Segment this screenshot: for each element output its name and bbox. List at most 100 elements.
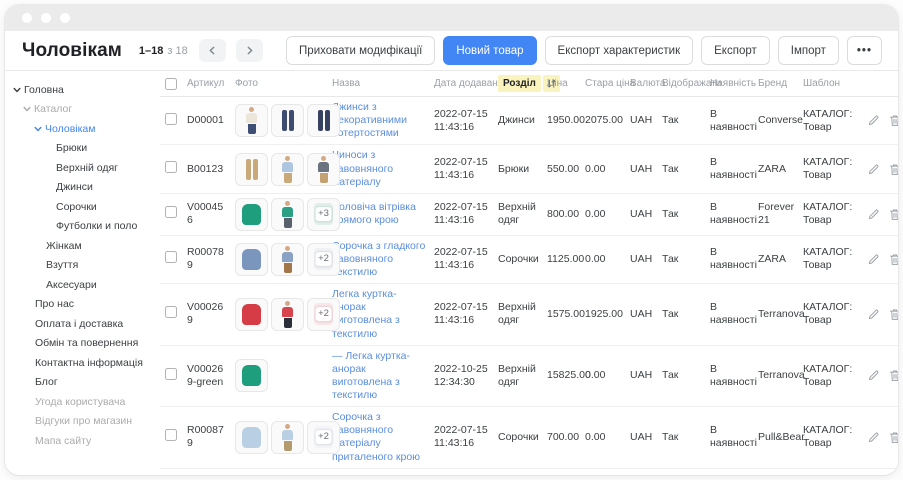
more-actions-button[interactable]: ••• xyxy=(847,36,882,65)
product-name-link[interactable]: Джинси з декоративними потертостями xyxy=(332,101,407,139)
sidebar-item-zhinkam[interactable]: Жінкам xyxy=(5,236,160,256)
product-photo[interactable]: +2 xyxy=(307,243,340,276)
table-row: V000269+2Легка куртка-анорак виготовлена… xyxy=(160,284,898,346)
product-name-link[interactable]: Чиноси з бавовняного матеріалу xyxy=(332,149,393,187)
pagination-range: 1–18 xyxy=(139,45,163,57)
row-checkbox[interactable] xyxy=(165,161,177,173)
new-product-button[interactable]: Новий товар xyxy=(443,36,536,65)
delete-icon[interactable] xyxy=(889,114,898,127)
section-cell: Сорочки xyxy=(498,253,547,266)
row-checkbox[interactable] xyxy=(165,306,177,318)
chevron-down-icon[interactable] xyxy=(23,105,34,113)
product-name-link[interactable]: — Легка куртка-анорак виготовлена з текс… xyxy=(332,350,410,401)
photo-cell: +2 xyxy=(235,421,332,454)
row-checkbox[interactable] xyxy=(165,429,177,441)
product-photo[interactable] xyxy=(271,153,304,186)
edit-icon[interactable] xyxy=(867,114,880,127)
template-cell: КАТАЛОГ:Товар xyxy=(803,156,867,182)
edit-icon[interactable] xyxy=(867,163,880,176)
sidebar-item-obmin-ta-povernennia[interactable]: Обмін та повернення xyxy=(5,334,160,354)
delete-icon[interactable] xyxy=(889,369,898,382)
product-photo[interactable] xyxy=(307,104,340,137)
sidebar-item-kontaktna-informatsiia[interactable]: Контактна інформація xyxy=(5,353,160,373)
product-photo[interactable] xyxy=(271,104,304,137)
product-photo[interactable]: +2 xyxy=(307,298,340,331)
pagination-prev-button[interactable] xyxy=(199,39,226,62)
sidebar-item-oplata-i-dostavka[interactable]: Оплата і доставка xyxy=(5,314,160,334)
product-photo[interactable] xyxy=(235,243,268,276)
product-photo[interactable] xyxy=(235,359,268,392)
delete-icon[interactable] xyxy=(889,431,898,444)
edit-icon[interactable] xyxy=(867,308,880,321)
sidebar-item-mapa-saitu[interactable]: Мапа сайту xyxy=(5,431,160,451)
pagination-next-button[interactable] xyxy=(236,39,263,62)
sidebar-item-bloh[interactable]: Блог xyxy=(5,373,160,393)
column-header-currency: Валюта xyxy=(630,78,662,89)
sidebar-item-holovna[interactable]: Головна xyxy=(5,80,160,100)
display-cell: Так xyxy=(662,308,710,321)
chevron-down-icon[interactable] xyxy=(34,125,45,133)
sidebar-item-vzuttia[interactable]: Взуття xyxy=(5,256,160,276)
window-zoom-dot[interactable] xyxy=(60,13,70,23)
product-photo[interactable] xyxy=(235,421,268,454)
product-photo[interactable] xyxy=(307,153,340,186)
row-select-cell xyxy=(165,251,187,267)
product-name-link[interactable]: Штани з бавовняного матеріалу прямого кр… xyxy=(332,473,423,475)
product-photo[interactable] xyxy=(271,298,304,331)
export-button[interactable]: Експорт xyxy=(701,36,770,65)
availability-cell: В наявності xyxy=(710,156,758,182)
product-photo[interactable] xyxy=(235,153,268,186)
chevron-down-icon[interactable] xyxy=(13,86,24,94)
row-checkbox[interactable] xyxy=(165,113,177,125)
product-name-link[interactable]: Сорочка з гладкого бавовняного текстилю xyxy=(332,240,425,278)
sidebar-item-futbolky-i-polo[interactable]: Футболки и поло xyxy=(5,217,160,237)
sidebar-item-cholovikam[interactable]: Чоловікам xyxy=(5,119,160,139)
product-photo[interactable] xyxy=(271,421,304,454)
product-name-link[interactable]: Чоловіча вітрівка прямого крою xyxy=(332,201,416,226)
sku-cell: V000269-green xyxy=(187,363,235,389)
product-photo[interactable]: +3 xyxy=(307,198,340,231)
window-minimize-dot[interactable] xyxy=(41,13,51,23)
brand-cell: Pull&Bear xyxy=(758,431,803,444)
sidebar-item-vidhuky-pro-mahazyn[interactable]: Відгуки про магазин xyxy=(5,412,160,432)
edit-icon[interactable] xyxy=(867,208,880,221)
product-photo[interactable]: +2 xyxy=(307,421,340,454)
edit-icon[interactable] xyxy=(867,431,880,444)
window-close-dot[interactable] xyxy=(22,13,32,23)
product-photo[interactable] xyxy=(271,198,304,231)
product-photo[interactable] xyxy=(235,298,268,331)
sidebar-item-uhoda-korystuvacha[interactable]: Угода користувача xyxy=(5,392,160,412)
row-checkbox[interactable] xyxy=(165,368,177,380)
sidebar-item-pro-nas[interactable]: Про нас xyxy=(5,295,160,315)
row-checkbox[interactable] xyxy=(165,251,177,263)
column-header-section[interactable]: Розділ xyxy=(498,75,547,92)
sidebar-item-aksesuary[interactable]: Аксесуари xyxy=(5,275,160,295)
product-photo[interactable] xyxy=(271,243,304,276)
export-characteristics-button[interactable]: Експорт характеристик xyxy=(545,36,694,65)
row-checkbox[interactable] xyxy=(165,206,177,218)
sidebar-item-briuky[interactable]: Брюки xyxy=(5,139,160,159)
delete-icon[interactable] xyxy=(889,308,898,321)
price-cell: 700.00 xyxy=(547,431,585,444)
sidebar-item-label: Головна xyxy=(24,84,64,96)
import-button[interactable]: Імпорт xyxy=(778,36,839,65)
sidebar-item-dzhynsy[interactable]: Джинси xyxy=(5,178,160,198)
sidebar-item-label: Контактна інформація xyxy=(35,357,143,369)
sidebar-item-verkhnii-odiah[interactable]: Верхній одяг xyxy=(5,158,160,178)
currency-cell: UAH xyxy=(630,369,662,382)
product-photo[interactable] xyxy=(235,104,268,137)
sidebar-item-sorochky[interactable]: Сорочки xyxy=(5,197,160,217)
product-photo[interactable] xyxy=(235,198,268,231)
product-name-link[interactable]: Легка куртка-анорак виготовлена з тексти… xyxy=(332,288,400,339)
product-name-link[interactable]: Сорочка з бавовняного матеріалу притален… xyxy=(332,411,420,462)
edit-icon[interactable] xyxy=(867,253,880,266)
sidebar-item-label: Відгуки про магазин xyxy=(35,415,132,427)
delete-icon[interactable] xyxy=(889,253,898,266)
delete-icon[interactable] xyxy=(889,208,898,221)
price-cell: 1575.00 xyxy=(547,308,585,321)
hide-modifications-button[interactable]: Приховати модифікації xyxy=(286,36,435,65)
select-all-checkbox[interactable] xyxy=(165,78,177,90)
edit-icon[interactable] xyxy=(867,369,880,382)
sidebar-item-kataloh[interactable]: Каталог xyxy=(5,100,160,120)
delete-icon[interactable] xyxy=(889,163,898,176)
